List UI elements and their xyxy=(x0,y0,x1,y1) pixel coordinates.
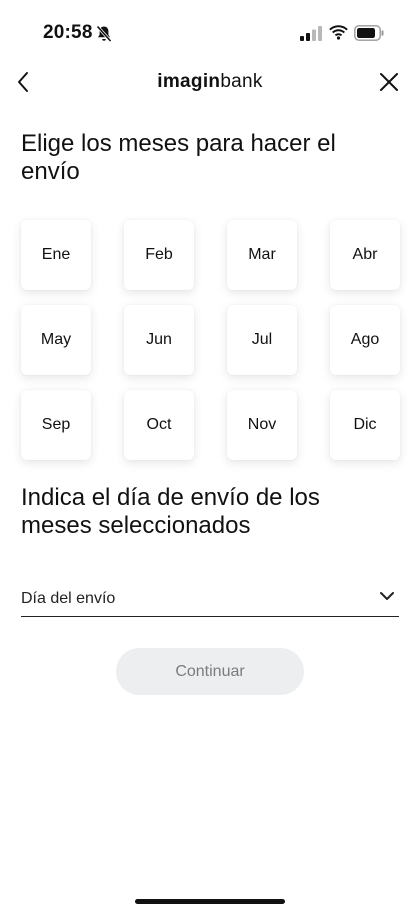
screen: 20:58 imaginbank Elige los meses para ha… xyxy=(0,0,420,913)
chevron-down-icon xyxy=(380,592,394,600)
home-indicator xyxy=(135,899,285,904)
months-section-title: Elige los meses para hacer el envío xyxy=(21,130,336,185)
month-tile-sep[interactable]: Sep xyxy=(21,390,91,460)
nav-bar: imaginbank xyxy=(0,60,420,104)
status-bar: 20:58 xyxy=(0,0,420,60)
continue-button[interactable]: Continuar xyxy=(116,648,304,695)
month-tile-feb[interactable]: Feb xyxy=(124,220,194,290)
months-grid: Ene Feb Mar Abr May Jun Jul Ago Sep Oct … xyxy=(21,220,400,460)
brand-logo-bold: imagin xyxy=(157,71,221,92)
month-tile-ene[interactable]: Ene xyxy=(21,220,91,290)
close-button[interactable] xyxy=(376,69,402,95)
month-tile-mar[interactable]: Mar xyxy=(227,220,297,290)
month-tile-jul[interactable]: Jul xyxy=(227,305,297,375)
brand-logo: imaginbank xyxy=(0,71,420,93)
month-tile-may[interactable]: May xyxy=(21,305,91,375)
wifi-icon xyxy=(329,25,348,40)
bell-slash-icon xyxy=(96,25,112,43)
month-tile-dic[interactable]: Dic xyxy=(330,390,400,460)
day-section-title: Indica el día de envío de los meses sele… xyxy=(21,484,320,539)
brand-logo-regular: bank xyxy=(220,71,263,92)
month-tile-jun[interactable]: Jun xyxy=(124,305,194,375)
day-select-label: Día del envío xyxy=(21,590,116,607)
signal-icon xyxy=(300,26,322,41)
month-tile-nov[interactable]: Nov xyxy=(227,390,297,460)
month-tile-abr[interactable]: Abr xyxy=(330,220,400,290)
battery-icon xyxy=(354,25,384,41)
day-select-dropdown[interactable]: Día del envío xyxy=(21,586,399,617)
month-tile-oct[interactable]: Oct xyxy=(124,390,194,460)
close-icon xyxy=(380,73,398,91)
month-tile-ago[interactable]: Ago xyxy=(330,305,400,375)
status-time: 20:58 xyxy=(43,22,93,43)
